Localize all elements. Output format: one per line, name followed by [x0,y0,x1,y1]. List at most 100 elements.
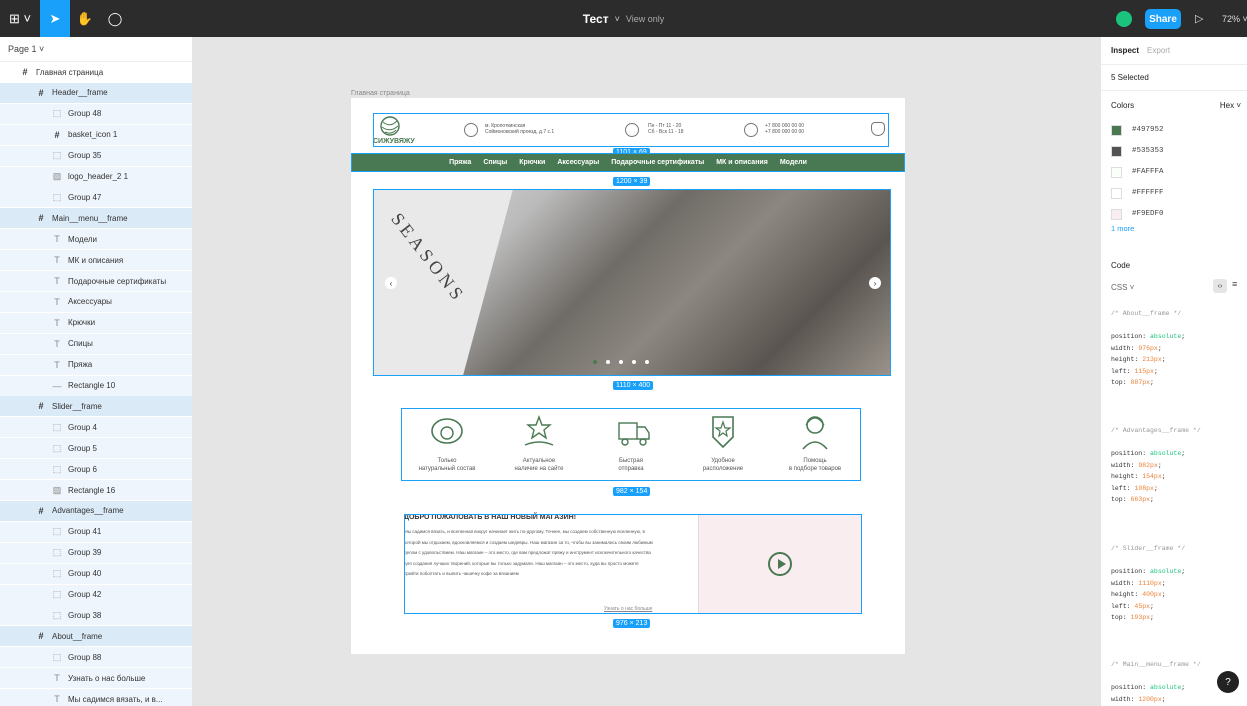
code-language-value: CSS [1111,283,1128,292]
move-tool-button[interactable]: ➤ [40,0,70,37]
css-code-block: /* Advantages__frame */ position: absolut… [1111,425,1201,506]
code-line: width: 1200px; [1111,695,1166,703]
layer-item[interactable]: # Header__frame [0,82,192,103]
layer-item[interactable]: — Rectangle 10 [0,375,192,396]
colors-label: Colors [1111,101,1135,110]
layer-item[interactable]: ⬚ Group 48 [0,103,192,124]
layer-item[interactable]: ⬚ Group 41 [0,521,192,542]
css-code-block: /* Slider__frame */ position: absolute; wi… [1111,543,1185,624]
layer-item[interactable]: # Slider__frame [0,396,192,417]
hand-icon: ✋ [76,10,94,26]
layer-item[interactable]: # Advantages__frame [0,500,192,521]
color-row[interactable]: #FAFFFA [1111,166,1164,178]
color-row[interactable]: #FFFFFF [1111,187,1164,199]
layer-item[interactable]: # basket_icon 1 [0,124,192,145]
layer-item[interactable]: T Узнать о нас больше [0,668,192,689]
layer-name: Group 35 [68,151,102,161]
code-language-select[interactable]: CSS ˅ [1111,283,1134,292]
share-button[interactable]: Share [1145,9,1181,29]
user-avatar[interactable] [1116,11,1132,27]
css-value: 193px [1130,614,1151,621]
css-property: width [1111,695,1131,703]
color-row[interactable]: #535353 [1111,145,1164,157]
css-property: width [1111,344,1131,352]
file-title[interactable]: Тест [583,12,609,26]
layer-item[interactable]: ⬚ Group 35 [0,145,192,166]
frame-label[interactable]: Главная страница [351,90,410,97]
hand-tool-button[interactable]: ✋ [70,0,100,37]
css-value: 154px [1142,473,1162,480]
text-layer-icon: T [54,694,60,704]
layer-item[interactable]: T Мы садимся вязать, и в... [0,689,192,706]
layer-item[interactable]: # Главная страница [0,62,192,82]
menu-dimension: 1200 × 39 [613,177,651,186]
list-view-icon[interactable]: ≡ [1232,279,1237,289]
layer-item[interactable]: ▨ logo_header_2 1 [0,166,192,187]
layer-item[interactable]: # Main__menu__frame [0,208,192,229]
css-property: height [1111,356,1135,363]
comment-tool-button[interactable]: ◯ [100,0,130,37]
code-line: position: absolute; [1111,568,1186,575]
image-layer-icon: ▨ [52,171,62,181]
color-format-select[interactable]: Hex ˅ [1220,101,1241,110]
layer-item[interactable]: ⬚ Group 88 [0,647,192,668]
layer-item[interactable]: ⬚ Group 47 [0,187,192,208]
layer-item[interactable]: ⬚ Group 38 [0,605,192,626]
layer-item[interactable]: ⬚ Group 6 [0,459,192,480]
css-value: 982px [1138,461,1158,469]
group-layer-icon: ⬚ [52,651,62,662]
css-property: position [1111,333,1143,340]
css-property: top [1111,614,1123,621]
layer-item[interactable]: T Спицы [0,333,192,354]
colors-header: Colors Hex ˅ [1111,101,1241,110]
tab-inspect[interactable]: Inspect [1111,46,1139,55]
layer-item[interactable]: ⬚ Group 42 [0,584,192,605]
present-button[interactable]: ▷ [1195,0,1203,37]
inspect-panel: Inspect Export 5 Selected Colors Hex ˅ #… [1100,37,1247,706]
main-menu-button[interactable]: ⊞ ˅ [0,0,40,37]
chevron-down-icon: ˅ [39,44,45,54]
color-row[interactable]: #F9EDF0 [1111,208,1164,220]
css-value: 887px [1130,379,1151,386]
layer-item[interactable]: T Пряжа [0,354,192,375]
frame-layer-icon: # [38,631,44,642]
css-property: top [1111,379,1123,386]
more-colors-link[interactable]: 1 more [1111,224,1134,233]
layer-item[interactable]: ⬚ Group 40 [0,563,192,584]
layer-item[interactable]: ⬚ Group 5 [0,438,192,459]
page-selector[interactable]: Page 1 ˅ [0,37,192,62]
line-layer-icon: — [52,380,62,391]
layer-item[interactable]: ▨ Rectangle 16 [0,480,192,500]
css-property: position [1111,684,1143,691]
css-value: 108px [1134,484,1154,492]
canvas[interactable]: Главная страница СИЖУВЯЖУ м. Кропоткинск… [193,37,1100,706]
zoom-menu[interactable]: 72% ˅ [1222,0,1247,37]
help-button[interactable]: ? [1217,671,1239,693]
css-property: height [1111,591,1135,598]
css-property: left [1111,367,1127,375]
layer-item[interactable]: T Подарочные сертификаты [0,271,192,291]
layer-name: Узнать о нас больше [68,673,146,683]
layer-item[interactable]: ⬚ Group 4 [0,417,192,438]
frame-layer-icon: # [38,87,44,98]
header-selection [373,113,889,147]
menu-selection [351,153,905,172]
color-row[interactable]: #497952 [1111,124,1164,136]
layer-name: Group 6 [68,464,97,474]
about-selection [404,514,862,614]
page-frame[interactable]: СИЖУВЯЖУ м. Кропоткинская Соймоновский п… [351,98,905,654]
layer-item[interactable]: T Модели [0,229,192,250]
layer-item[interactable]: T Аксессуары [0,291,192,312]
css-value: absolute [1150,568,1182,575]
chevron-down-icon[interactable]: ˅ [615,14,620,24]
code-view-icon[interactable]: ‹› [1213,279,1227,293]
layer-item[interactable]: T Крючки [0,312,192,333]
tab-export[interactable]: Export [1147,46,1170,55]
css-property: top [1111,496,1123,503]
layer-item[interactable]: T МК и описания [0,250,192,271]
css-value: 1200px [1138,695,1162,703]
code-line: top: 193px; [1111,614,1154,621]
layer-item[interactable]: ⬚ Group 39 [0,542,192,563]
css-property: position [1111,450,1143,457]
layer-item[interactable]: # About__frame [0,626,192,647]
